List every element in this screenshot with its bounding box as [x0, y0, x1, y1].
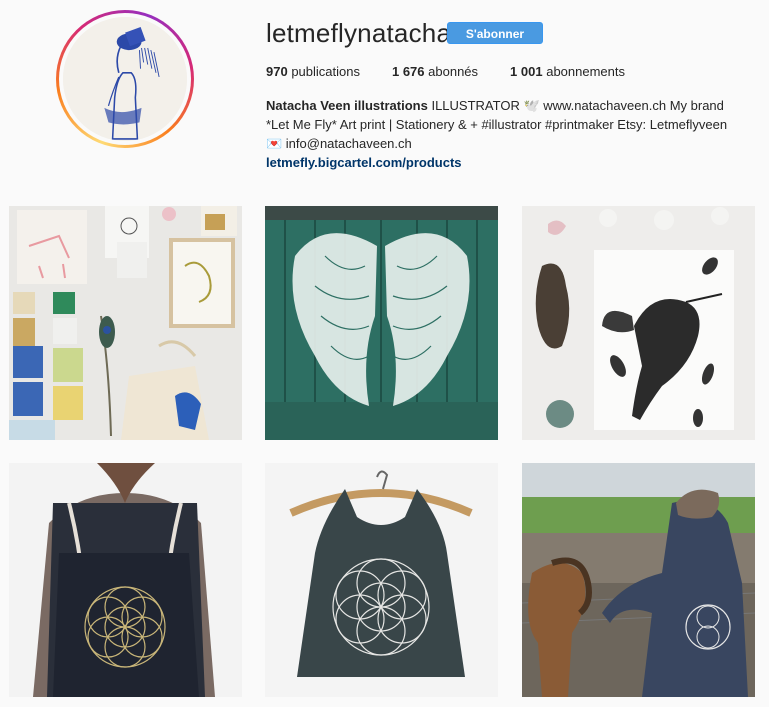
post-image-horse [522, 463, 755, 697]
post-image-tanktop [265, 463, 498, 697]
bio-line-2: *Let Me Fly* Art print | Stationery & + … [266, 117, 728, 132]
followers-label: abonnés [428, 64, 479, 79]
followers-stat[interactable]: 1 676 abonnés [392, 64, 478, 79]
followers-count: 1 676 [391, 64, 425, 79]
following-label: abonnements [546, 64, 625, 79]
post-thumbnail[interactable] [265, 463, 498, 697]
post-image-wings [265, 206, 498, 440]
post-thumbnail[interactable] [522, 206, 755, 440]
bio-line-1-text: ILLUSTRATOR 🕊️ www.natachaveen.ch My bra… [427, 98, 724, 113]
following-stat[interactable]: 1 001 abonnements [510, 64, 625, 79]
bio-full-name: Natacha Veen illustrations [266, 98, 428, 113]
post-image-hummingbird [522, 206, 755, 440]
profile-stats: 970 publications 1 676 abonnés 1 001 abo… [266, 64, 657, 79]
avatar-border [59, 13, 191, 145]
posts-stat: 970 publications [266, 64, 360, 79]
profile-bio: Natacha Veen illustrations ILLUSTRATOR 🕊… [266, 96, 761, 172]
profile-username: letmeflynatacha [266, 18, 452, 48]
posts-label: publications [291, 64, 360, 79]
post-thumbnail[interactable] [9, 463, 242, 697]
bio-line-3: 💌 info@natachaveen.ch [266, 136, 412, 151]
follow-button[interactable]: S'abonner [447, 22, 543, 44]
bio-line-1: Natacha Veen illustrations ILLUSTRATOR 🕊… [266, 96, 761, 115]
avatar-image [63, 17, 187, 141]
bio-website-link[interactable]: letmefly.bigcartel.com/products [266, 155, 462, 170]
post-thumbnail[interactable] [522, 463, 755, 697]
post-thumbnail[interactable] [265, 206, 498, 440]
following-count: 1 001 [510, 64, 543, 79]
profile-avatar[interactable] [56, 10, 194, 148]
post-image-backpack [9, 463, 242, 697]
post-thumbnail[interactable] [9, 206, 242, 440]
posts-count: 970 [266, 64, 288, 79]
post-image-flatlay [9, 206, 242, 440]
